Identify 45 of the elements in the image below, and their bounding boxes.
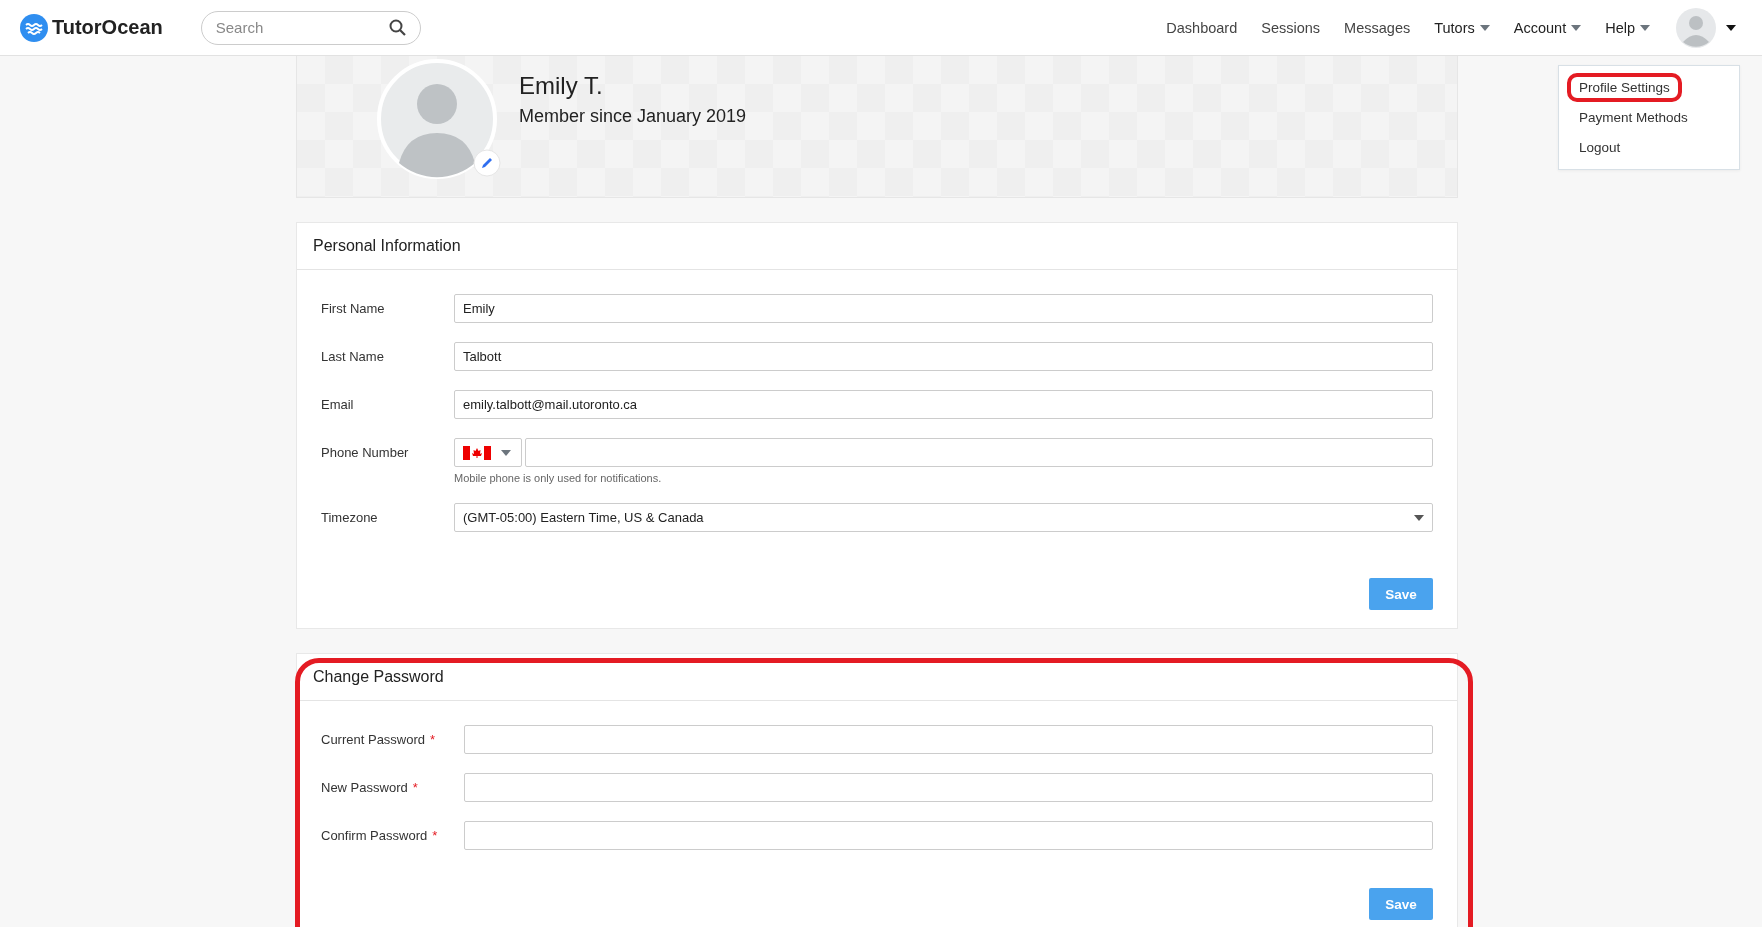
nav-link[interactable]: Tutors [1434, 19, 1490, 36]
required-mark: * [430, 732, 436, 747]
menu-item[interactable]: Payment Methods [1567, 103, 1700, 132]
field-label: First Name [321, 300, 386, 318]
avatar-icon [377, 59, 497, 179]
password-field[interactable] [464, 821, 1433, 850]
search-field[interactable]: Search [200, 10, 421, 45]
logo-text[interactable]: TutorOcean [52, 16, 163, 39]
text-field[interactable]: Talbott [454, 342, 1433, 371]
member-since-text: Member since January 2019 [519, 106, 747, 127]
nav-link[interactable]: Dashboard [1166, 19, 1238, 36]
pencil-icon[interactable] [473, 149, 501, 177]
field-label: Timezone [321, 509, 379, 527]
timezone-select[interactable]: (GMT-05:00) Eastern Time, US & Canada [454, 503, 1433, 532]
required-mark: * [432, 828, 438, 843]
caret-icon [1414, 514, 1424, 521]
password-field[interactable] [464, 773, 1433, 802]
menu-item[interactable]: Logout [1567, 133, 1633, 162]
phone-field[interactable] [525, 438, 1433, 467]
profile-name: Emily T. [519, 72, 604, 100]
text-field[interactable]: Emily [454, 294, 1433, 323]
caret-icon [501, 449, 511, 456]
wave-logo-icon [20, 13, 48, 42]
nav-link[interactable]: Messages [1344, 19, 1411, 36]
card-title: Change Password [297, 654, 1457, 701]
field-label: Email [321, 396, 355, 414]
field-label: Phone Number [321, 444, 410, 462]
field-hint: Mobile phone is only used for notifications. [454, 472, 663, 484]
text-field[interactable]: emily.talbott@mail.utoronto.ca [454, 390, 1433, 419]
password-field[interactable] [464, 725, 1433, 754]
field-label: Current Password [321, 732, 426, 747]
search-icon[interactable] [388, 18, 407, 37]
field-label: Confirm Password [321, 828, 428, 843]
nav-link[interactable]: Sessions [1261, 19, 1321, 36]
nav-link[interactable]: Account [1513, 19, 1582, 36]
menu-item[interactable]: Profile Settings [1567, 73, 1682, 102]
field-label: Last Name [321, 348, 385, 366]
nav-link[interactable]: Help [1605, 19, 1650, 36]
card-title: Personal Information [297, 223, 1457, 270]
caret-icon[interactable] [1726, 24, 1736, 31]
avatar-icon[interactable] [1676, 7, 1716, 48]
country-select[interactable] [454, 438, 522, 467]
flag-icon [463, 445, 491, 460]
field-label: New Password [321, 780, 408, 795]
required-mark: * [412, 780, 418, 795]
